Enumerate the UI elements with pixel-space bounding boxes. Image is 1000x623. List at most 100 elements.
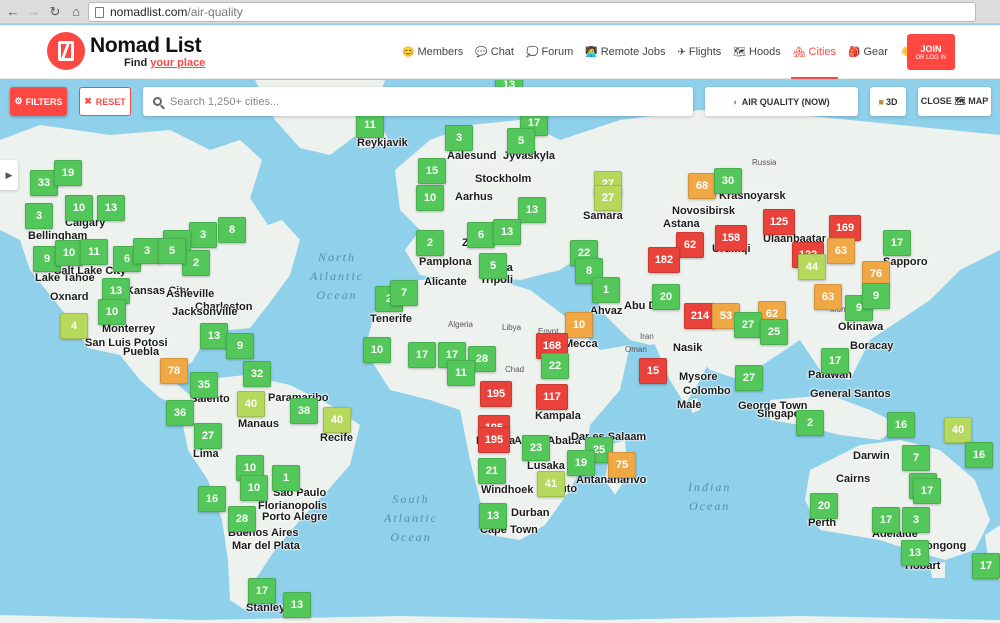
air-quality-marker[interactable]: 3 — [133, 238, 161, 264]
air-quality-marker[interactable]: 7 — [902, 445, 930, 471]
air-quality-marker[interactable]: 22 — [541, 353, 569, 379]
air-quality-marker[interactable]: 19 — [54, 160, 82, 186]
air-quality-marker[interactable]: 17 — [972, 553, 1000, 579]
air-quality-marker[interactable]: 17 — [913, 478, 941, 504]
air-quality-marker[interactable]: 20 — [652, 284, 680, 310]
city-label[interactable]: Windhoek — [481, 484, 533, 496]
air-quality-marker[interactable]: 5 — [158, 238, 186, 264]
city-label[interactable]: Jacksonville — [172, 306, 237, 318]
city-label[interactable]: Porto Alegre — [262, 511, 328, 523]
nav-gear[interactable]: 🎒 Gear — [842, 25, 894, 79]
air-quality-marker[interactable]: 23 — [522, 435, 550, 461]
air-quality-marker[interactable]: 8 — [218, 217, 246, 243]
nav-flights[interactable]: ✈ Flights — [672, 25, 728, 79]
air-quality-marker[interactable]: 68 — [688, 173, 716, 199]
city-label[interactable]: Aalesund — [447, 150, 497, 162]
air-quality-marker[interactable]: 17 — [821, 348, 849, 374]
city-label[interactable]: Mysore — [679, 371, 718, 383]
city-label[interactable]: Male — [677, 399, 701, 411]
air-quality-marker[interactable]: 195 — [480, 381, 512, 407]
air-quality-marker[interactable]: 2 — [796, 410, 824, 436]
reset-button[interactable]: ✖ RESET — [79, 87, 131, 116]
toggle-3d-button[interactable]: ■ 3D — [870, 87, 906, 116]
city-label[interactable]: Nasik — [673, 342, 702, 354]
air-quality-marker[interactable]: 10 — [363, 337, 391, 363]
city-label[interactable]: Kampala — [535, 410, 581, 422]
air-quality-marker[interactable]: 7 — [390, 280, 418, 306]
back-arrow-icon[interactable]: ← — [5, 4, 21, 20]
air-quality-marker[interactable]: 63 — [814, 284, 842, 310]
air-quality-marker[interactable]: 182 — [648, 247, 680, 273]
city-label[interactable]: Ahvaz — [590, 305, 622, 317]
air-quality-marker[interactable]: 10 — [565, 312, 593, 338]
air-quality-marker[interactable]: 13 — [493, 219, 521, 245]
air-quality-marker[interactable]: 16 — [965, 442, 993, 468]
air-quality-marker[interactable]: 78 — [160, 358, 188, 384]
air-quality-marker[interactable]: 21 — [478, 458, 506, 484]
city-label[interactable]: Manaus — [238, 418, 279, 430]
air-quality-marker[interactable]: 13 — [901, 540, 929, 566]
filters-button[interactable]: ⚙ FILTERS — [10, 87, 67, 116]
nav-members[interactable]: 😊 Members — [396, 25, 469, 79]
air-quality-marker[interactable]: 25 — [760, 319, 788, 345]
air-quality-marker[interactable]: 13 — [283, 592, 311, 618]
air-quality-marker[interactable]: 17 — [408, 342, 436, 368]
city-label[interactable]: Lima — [193, 448, 219, 460]
air-quality-marker[interactable]: 125 — [763, 209, 795, 235]
air-quality-marker[interactable]: 1 — [592, 277, 620, 303]
city-label[interactable]: General Santos — [810, 388, 891, 400]
air-quality-marker[interactable]: 10 — [55, 240, 83, 266]
nav-chat[interactable]: 💬 Chat — [469, 25, 520, 79]
air-quality-marker[interactable]: 15 — [418, 158, 446, 184]
air-quality-marker[interactable]: 6 — [467, 222, 495, 248]
nav-remote-jobs[interactable]: 👩‍💻 Remote Jobs — [579, 25, 671, 79]
air-quality-marker[interactable]: 13 — [200, 323, 228, 349]
air-quality-marker[interactable]: 3 — [189, 222, 217, 248]
air-quality-marker[interactable]: 1 — [272, 465, 300, 491]
air-quality-marker[interactable]: 9 — [862, 283, 890, 309]
city-label[interactable]: Cairns — [836, 473, 870, 485]
air-quality-marker[interactable]: 3 — [445, 125, 473, 151]
air-quality-marker[interactable]: 3 — [902, 507, 930, 533]
air-quality-marker[interactable]: 158 — [715, 225, 747, 251]
air-quality-marker[interactable]: 28 — [228, 506, 256, 532]
air-quality-marker[interactable]: 40 — [237, 391, 265, 417]
air-quality-marker[interactable]: 17 — [248, 578, 276, 604]
brand-name[interactable]: Nomad List — [90, 34, 202, 58]
forward-arrow-icon[interactable]: → — [26, 4, 42, 20]
city-label[interactable]: Boracay — [850, 340, 893, 352]
world-map[interactable]: North Atlantic Ocean South Atlantic Ocean Indi… — [0, 80, 1000, 623]
air-quality-marker[interactable]: 5 — [507, 128, 535, 154]
air-quality-marker[interactable]: 17 — [872, 507, 900, 533]
join-button[interactable]: JOIN OR LOG IN — [907, 34, 955, 70]
air-quality-marker[interactable]: 63 — [827, 238, 855, 264]
air-quality-marker[interactable]: 27 — [194, 423, 222, 449]
air-quality-marker[interactable]: 40 — [944, 417, 972, 443]
air-quality-marker[interactable]: 27 — [735, 365, 763, 391]
city-label[interactable]: Tenerife — [370, 313, 412, 325]
air-quality-marker[interactable]: 2 — [416, 230, 444, 256]
city-label[interactable]: Mecca — [564, 338, 598, 350]
reload-icon[interactable]: ↻ — [47, 4, 63, 20]
city-label[interactable]: Puebla — [123, 346, 159, 358]
search-input[interactable] — [170, 95, 650, 108]
city-label[interactable]: Astana — [663, 218, 700, 230]
air-quality-marker[interactable]: 27 — [594, 185, 622, 211]
air-quality-marker[interactable]: 5 — [479, 253, 507, 279]
city-label[interactable]: Recife — [320, 432, 353, 444]
air-quality-marker[interactable]: 10 — [65, 195, 93, 221]
city-label[interactable]: Durban — [511, 507, 550, 519]
air-quality-marker[interactable]: 10 — [98, 299, 126, 325]
nav-cities[interactable]: 🏘 Cities — [787, 25, 842, 79]
air-quality-marker[interactable]: 195 — [478, 427, 510, 453]
air-quality-marker[interactable]: 13 — [97, 195, 125, 221]
air-quality-marker[interactable]: 16 — [887, 412, 915, 438]
air-quality-marker[interactable]: 36 — [166, 400, 194, 426]
air-quality-marker[interactable]: 10 — [240, 475, 268, 501]
nav-hoods[interactable]: 🗺 Hoods — [727, 25, 787, 79]
air-quality-marker[interactable]: 16 — [198, 486, 226, 512]
air-quality-marker[interactable]: 9 — [226, 333, 254, 359]
air-quality-marker[interactable]: 62 — [676, 232, 704, 258]
air-quality-marker[interactable]: 20 — [810, 493, 838, 519]
nav-forum[interactable]: 💭 Forum — [520, 25, 579, 79]
